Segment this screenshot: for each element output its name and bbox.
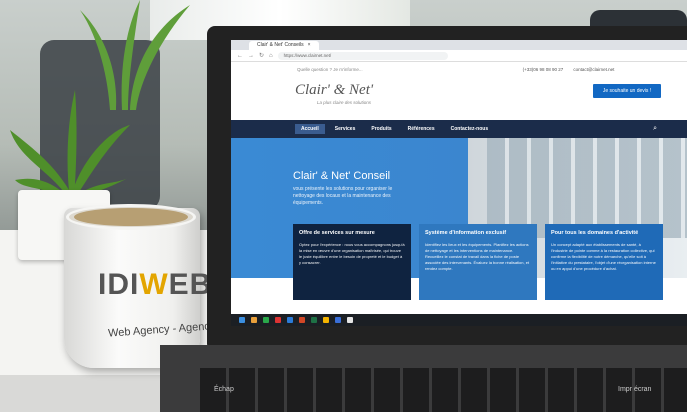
app-icon[interactable] [275, 317, 281, 323]
card-text: Optez pour l'expérience : nous vous acco… [299, 242, 405, 265]
hero-title: Clair' & Net' Conseil [293, 170, 391, 182]
coffee [74, 208, 188, 226]
menu-item-references[interactable]: Références [402, 124, 441, 134]
close-icon[interactable]: × [308, 42, 311, 48]
site-tagline: La plus claire des solutions [317, 100, 372, 105]
site-header: Clair' & Net' La plus claire des solutio… [231, 76, 687, 120]
keyboard-keys [200, 368, 687, 412]
mug-logo-right: EB [168, 268, 213, 301]
email-address[interactable]: contact@clairnet.net [573, 67, 614, 72]
quote-button[interactable]: Je souhaite un devis ! [593, 84, 661, 98]
app-icon[interactable] [287, 317, 293, 323]
hero-section: Clair' & Net' Conseil vous présente les … [231, 138, 687, 300]
address-bar: ← → ↻ ⌂ https://www.clairnet.net/ [231, 50, 687, 62]
hero-text: vous présente les solutions pour organis… [293, 186, 393, 206]
start-icon[interactable] [239, 317, 245, 323]
windows-taskbar [231, 314, 687, 326]
url-field[interactable]: https://www.clairnet.net/ [277, 51, 448, 60]
app-icon[interactable] [347, 317, 353, 323]
site-topbar: Quelle question ? Je m'informe... (+33)0… [231, 62, 687, 76]
app-icon[interactable] [263, 317, 269, 323]
browser-icon[interactable] [335, 317, 341, 323]
card-title: Offre de services sur mesure [299, 230, 375, 236]
home-icon[interactable]: ⌂ [269, 53, 273, 59]
mug-logo-left: IDI [98, 268, 140, 301]
back-arrow-icon[interactable]: ← [237, 53, 243, 59]
card-text: Identifiez les lieux et les équipements.… [425, 242, 530, 271]
app-icon[interactable] [323, 317, 329, 323]
reload-icon[interactable]: ↻ [259, 52, 264, 59]
menu-item-contact[interactable]: Contactez-nous [445, 124, 495, 134]
card-title: Système d'information exclusif [425, 230, 507, 236]
hero-photo [487, 138, 687, 238]
site-logo[interactable]: Clair' & Net' [295, 82, 373, 99]
explorer-icon[interactable] [251, 317, 257, 323]
app-icon[interactable] [311, 317, 317, 323]
menu-item-produits[interactable]: Produits [365, 124, 397, 134]
service-card[interactable]: Offre de services sur mesure Optez pour … [293, 224, 411, 300]
service-card[interactable]: Pour tous les domaines d'activité Un con… [545, 224, 663, 300]
mug-logo: IDIWEB [98, 268, 212, 302]
escape-key: Échap [214, 386, 234, 393]
mug-logo-mid: W [139, 268, 169, 301]
search-icon[interactable]: ⌕ [653, 125, 657, 133]
service-card[interactable]: Système d'information exclusif Identifie… [419, 224, 537, 300]
print-screen-key: Impr écran [618, 386, 652, 393]
tab-title: Clair' & Net' Conseils [257, 42, 304, 48]
phone-number[interactable]: (+33)06 98 08 90 27 [523, 67, 564, 72]
topbar-search[interactable]: Quelle question ? Je m'informe... [297, 67, 363, 72]
main-menu: Accueil Services Produits Références Con… [231, 120, 687, 138]
browser-tab[interactable]: Clair' & Net' Conseils × [249, 40, 319, 50]
laptop-screen: Clair' & Net' Conseils × ← → ↻ ⌂ https:/… [231, 40, 687, 326]
card-title: Pour tous les domaines d'activité [551, 230, 639, 236]
topbar-contacts: (+33)06 98 08 90 27 contact@clairnet.net [523, 67, 615, 72]
app-icon[interactable] [299, 317, 305, 323]
browser-tabstrip: Clair' & Net' Conseils × [231, 40, 687, 50]
forward-arrow-icon[interactable]: → [248, 53, 254, 59]
menu-item-accueil[interactable]: Accueil [295, 124, 325, 134]
card-text: Un concept adapté aux établissements de … [551, 242, 656, 271]
menu-item-services[interactable]: Services [329, 124, 362, 134]
